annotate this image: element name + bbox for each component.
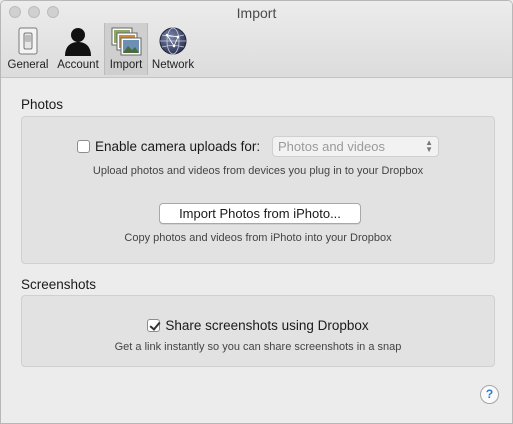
share-screenshots-label: Share screenshots using Dropbox (165, 318, 369, 333)
photos-heading: Photos (21, 97, 64, 112)
photos-group: Enable camera uploads for: Photos and vi… (21, 116, 495, 264)
import-iphoto-button[interactable]: Import Photos from iPhoto... (159, 203, 361, 224)
import-iphoto-description: Copy photos and videos from iPhoto into … (124, 232, 392, 244)
camera-uploads-description: Upload photos and videos from devices yo… (92, 165, 424, 177)
camera-uploads-select-value: Photos and videos (278, 139, 385, 154)
select-arrows-icon: ▲ ▼ (425, 138, 433, 154)
preferences-toolbar: General Account Import Network (4, 23, 198, 75)
share-screenshots-checkbox[interactable] (147, 319, 161, 332)
share-screenshots-description: Get a link instantly so you can share sc… (114, 341, 402, 353)
toggle-switch-icon (11, 24, 45, 58)
tab-general[interactable]: General (4, 23, 52, 75)
person-icon (61, 24, 95, 58)
tab-account-label: Account (57, 59, 99, 71)
tab-account[interactable]: Account (52, 23, 104, 75)
title-bar: Import General Account Import Network (1, 1, 512, 78)
tab-network[interactable]: Network (148, 23, 198, 75)
help-button[interactable]: ? (480, 385, 499, 404)
camera-uploads-checkbox[interactable] (77, 140, 90, 153)
preferences-window: Import General Account Import Network Ph… (0, 0, 513, 424)
photos-stack-icon (109, 24, 143, 58)
share-screenshots-row: Share screenshots using Dropbox (22, 317, 494, 335)
window-title: Import (236, 5, 277, 21)
tab-import-label: Import (109, 59, 143, 71)
camera-uploads-row: Enable camera uploads for: (77, 138, 260, 156)
camera-uploads-label: Enable camera uploads for: (95, 139, 261, 154)
camera-uploads-select[interactable]: Photos and videos ▲ ▼ (272, 136, 439, 157)
tab-network-label: Network (151, 59, 195, 71)
tab-import[interactable]: Import (104, 23, 148, 75)
screenshots-heading: Screenshots (21, 277, 97, 292)
screenshots-group: Share screenshots using Dropbox Get a li… (21, 295, 495, 367)
tab-general-label: General (7, 59, 49, 71)
globe-icon (156, 24, 190, 58)
